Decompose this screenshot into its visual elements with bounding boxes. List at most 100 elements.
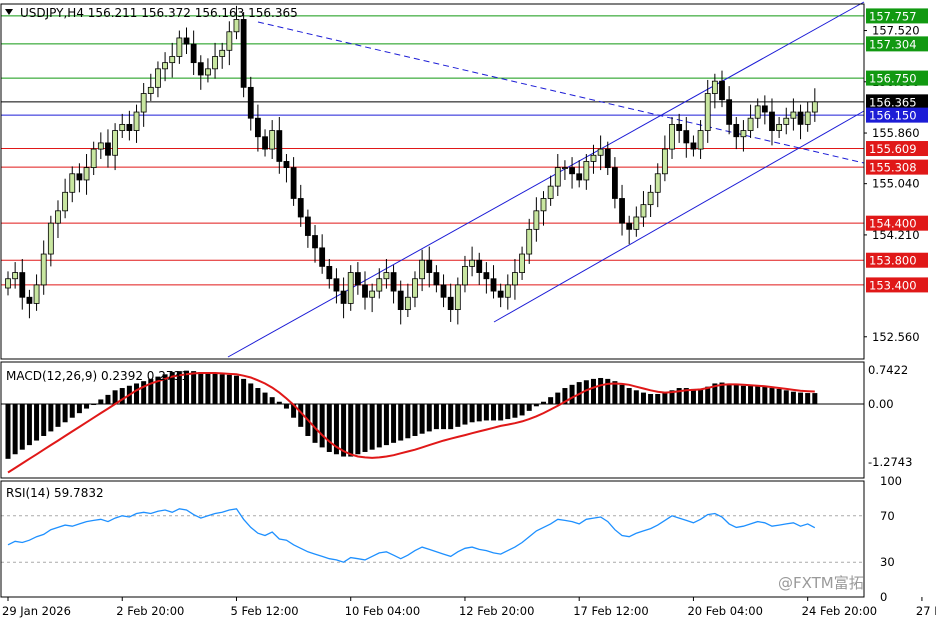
price-tag-label: 156.150 [869, 109, 917, 123]
time-tick-label: 29 Jan 2026 [2, 604, 71, 618]
macd-bar [233, 375, 239, 405]
candle-body [262, 136, 268, 150]
macd-bar [98, 399, 104, 405]
candle-body [55, 210, 61, 224]
macd-bar [419, 404, 425, 434]
macd-bar [326, 404, 332, 452]
price-tick-label: 157.520 [872, 24, 920, 38]
candle-body [33, 284, 40, 304]
macd-bar [369, 404, 375, 450]
macd-bar [769, 388, 775, 405]
candle-body [404, 296, 411, 311]
candle-body [412, 278, 418, 298]
candle-body [740, 130, 747, 138]
time-tick-label: 20 Feb 04:00 [687, 604, 762, 618]
macd-bar [498, 404, 504, 421]
macd-bar [405, 404, 411, 439]
candle-body [597, 148, 604, 156]
candle-body [490, 278, 497, 292]
price-tag-label: 155.609 [869, 142, 917, 156]
price-tag-label: 155.308 [869, 161, 917, 175]
symbol-dropdown-icon[interactable] [5, 9, 13, 15]
macd-bar [255, 388, 261, 405]
macd-bar [262, 392, 268, 405]
candle-body [669, 123, 675, 150]
candle-body [540, 198, 547, 212]
macd-bar [191, 371, 197, 405]
candle-body [240, 19, 247, 88]
macd-bar [341, 404, 347, 457]
macd-bar [462, 404, 468, 425]
price-tick-label: 155.860 [872, 126, 920, 140]
macd-bar [569, 384, 575, 405]
candle-body [469, 259, 476, 267]
macd-bar [491, 404, 497, 421]
rsi-label: RSI(14) 59.7832 [6, 486, 104, 500]
macd-bar [590, 378, 596, 405]
candle-body [12, 272, 19, 280]
macd-bar [762, 386, 768, 405]
macd-bar [619, 384, 625, 405]
rsi-tick-label: 30 [880, 555, 895, 569]
macd-bar [812, 393, 818, 405]
candle-body [140, 93, 147, 113]
macd-bar [205, 372, 211, 405]
price-tick-label: 155.040 [872, 177, 920, 191]
candle-body [447, 296, 454, 311]
symbol-label: USDJPY,H4 156.211 156.372 156.163 156.36… [20, 6, 298, 20]
macd-bar [755, 385, 761, 405]
rsi-pane [1, 508, 864, 563]
price-tag-label: 157.757 [869, 9, 917, 23]
candle-body [626, 222, 633, 230]
candle-body [783, 117, 790, 125]
candle-body [711, 80, 718, 94]
macd-bar [248, 383, 254, 405]
candle-body [83, 167, 90, 181]
channel-upper-line [227, 1, 865, 358]
macd-tick-label: 0.00 [868, 397, 894, 411]
macd-bar [433, 404, 439, 430]
macd-bar [633, 390, 639, 405]
macd-bar [541, 401, 546, 405]
macd-bar [383, 404, 389, 446]
candle-body [362, 284, 368, 298]
macd-bar [391, 404, 397, 443]
macd-bar [598, 377, 604, 405]
candle-body [69, 173, 76, 193]
macd-bar [62, 404, 68, 423]
fxtm-watermark: @FXTM富拓 [778, 574, 864, 592]
candle-body [319, 247, 326, 267]
macd-bar [448, 404, 454, 430]
macd-bar [798, 392, 804, 405]
candle-body [526, 228, 533, 255]
macd-bar [241, 378, 247, 405]
candle-body [533, 210, 540, 230]
candle-body [76, 173, 83, 181]
candle-body [26, 296, 33, 304]
candle-body [254, 117, 261, 138]
macd-bar [505, 404, 511, 420]
candle-body [497, 290, 504, 298]
candle-body [604, 148, 611, 169]
time-tick-label: 2 Feb 20:00 [116, 604, 184, 618]
time-tick-label: 10 Feb 04:00 [345, 604, 420, 618]
rsi-line [7, 508, 816, 563]
macd-bar [376, 404, 382, 448]
macd-bar [226, 374, 232, 405]
macd-bar [533, 404, 539, 407]
macd-bar [605, 378, 611, 405]
trading-chart[interactable]: 157.520156.690155.860155.040154.210152.5… [0, 0, 936, 624]
price-tag-label: 153.400 [869, 278, 917, 292]
candle-body [640, 204, 647, 218]
candle-body [283, 161, 290, 169]
candle-body [119, 123, 126, 131]
time-tick-label: 12 Feb 20:00 [459, 604, 534, 618]
candle-body [205, 68, 211, 76]
candle-body [726, 99, 733, 125]
macd-bar [662, 392, 668, 405]
candle-body [169, 56, 176, 64]
macd-bar [441, 404, 447, 430]
trend-channel [227, 1, 865, 358]
macd-bar [55, 404, 61, 427]
candle-body [376, 278, 383, 292]
